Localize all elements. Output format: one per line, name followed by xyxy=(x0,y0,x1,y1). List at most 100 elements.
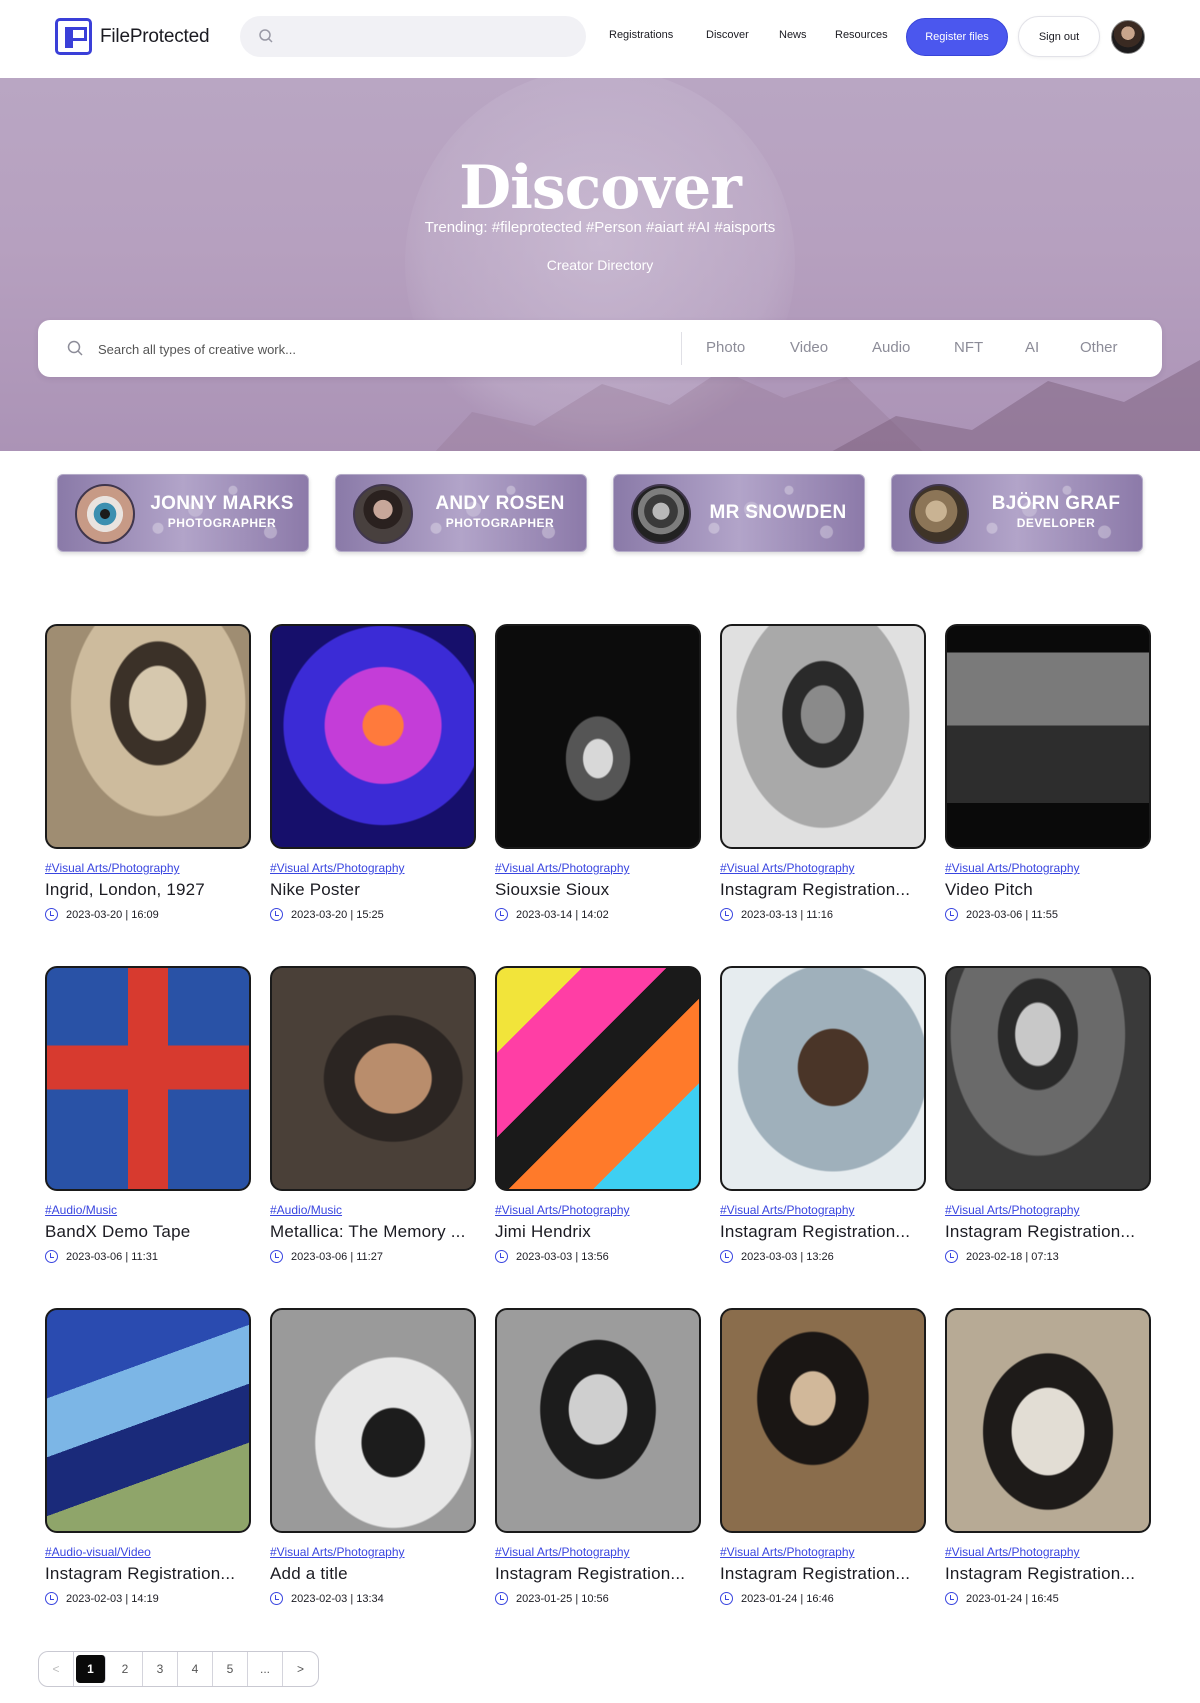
filter-video[interactable]: Video xyxy=(790,339,828,356)
date-text: 2023-01-24 | 16:46 xyxy=(741,1592,834,1605)
artwork-card[interactable]: #Visual Arts/Photography Nike Poster 202… xyxy=(270,624,476,921)
artwork-title[interactable]: Instagram Registration... xyxy=(720,1222,926,1242)
trending-tags[interactable]: Trending: #fileprotected #Person #aiart … xyxy=(0,219,1200,236)
category-link[interactable]: #Visual Arts/Photography xyxy=(720,861,926,875)
artwork-thumbnail[interactable] xyxy=(945,966,1151,1191)
filter-ai[interactable]: AI xyxy=(1025,339,1039,356)
artwork-thumbnail[interactable] xyxy=(270,966,476,1191)
artwork-thumbnail[interactable] xyxy=(945,624,1151,849)
category-link[interactable]: #Visual Arts/Photography xyxy=(495,1545,701,1559)
page-button-1[interactable]: 1 xyxy=(76,1655,106,1683)
register-files-button[interactable]: Register files xyxy=(906,18,1008,56)
user-avatar[interactable] xyxy=(1111,20,1145,54)
artwork-title[interactable]: Nike Poster xyxy=(270,880,476,900)
page-button-3[interactable]: 3 xyxy=(143,1652,178,1686)
artwork-card[interactable]: #Visual Arts/Photography Add a title 202… xyxy=(270,1308,476,1605)
category-link[interactable]: #Visual Arts/Photography xyxy=(495,1203,701,1217)
artwork-card[interactable]: #Visual Arts/Photography Instagram Regis… xyxy=(495,1308,701,1605)
category-link[interactable]: #Visual Arts/Photography xyxy=(720,1545,926,1559)
artwork-card[interactable]: #Visual Arts/Photography Ingrid, London,… xyxy=(45,624,251,921)
artwork-title[interactable]: Add a title xyxy=(270,1564,476,1584)
artwork-title[interactable]: Jimi Hendrix xyxy=(495,1222,701,1242)
artwork-card[interactable]: #Visual Arts/Photography Video Pitch 202… xyxy=(945,624,1151,921)
creator-directory-link[interactable]: Creator Directory xyxy=(0,257,1200,273)
page-ellipsis[interactable]: ... xyxy=(248,1652,283,1686)
artwork-card[interactable]: #Visual Arts/Photography Instagram Regis… xyxy=(720,624,926,921)
artwork-card[interactable]: #Visual Arts/Photography Instagram Regis… xyxy=(720,1308,926,1605)
artwork-title[interactable]: Instagram Registration... xyxy=(720,1564,926,1584)
artwork-thumbnail[interactable] xyxy=(45,624,251,849)
page-button-5[interactable]: 5 xyxy=(213,1652,248,1686)
artwork-thumbnail[interactable] xyxy=(945,1308,1151,1533)
artwork-title[interactable]: BandX Demo Tape xyxy=(45,1222,251,1242)
artwork-title[interactable]: Video Pitch xyxy=(945,880,1151,900)
filter-audio[interactable]: Audio xyxy=(872,339,910,356)
artwork-title[interactable]: Instagram Registration... xyxy=(720,880,926,900)
artwork-title[interactable]: Instagram Registration... xyxy=(945,1564,1151,1584)
artwork-card[interactable]: #Visual Arts/Photography Jimi Hendrix 20… xyxy=(495,966,701,1263)
prev-page-button[interactable]: < xyxy=(39,1652,74,1686)
artwork-thumbnail[interactable] xyxy=(495,624,701,849)
artwork-thumbnail[interactable] xyxy=(45,966,251,1191)
artwork-thumbnail[interactable] xyxy=(495,966,701,1191)
page-button-2[interactable]: 2 xyxy=(108,1652,143,1686)
artwork-title[interactable]: Siouxsie Sioux xyxy=(495,880,701,900)
artwork-card[interactable]: #Visual Arts/Photography Instagram Regis… xyxy=(945,1308,1151,1605)
artwork-date: 2023-01-24 | 16:46 xyxy=(720,1592,926,1605)
category-link[interactable]: #Visual Arts/Photography xyxy=(495,861,701,875)
nav-registrations[interactable]: Registrations xyxy=(609,29,673,41)
artwork-thumbnail[interactable] xyxy=(270,624,476,849)
artwork-title[interactable]: Instagram Registration... xyxy=(495,1564,701,1584)
clock-icon xyxy=(270,908,283,921)
artwork-title[interactable]: Ingrid, London, 1927 xyxy=(45,880,251,900)
artwork-date: 2023-03-20 | 16:09 xyxy=(45,908,251,921)
category-link[interactable]: #Visual Arts/Photography xyxy=(270,1545,476,1559)
artwork-card[interactable]: #Audio/Music BandX Demo Tape 2023-03-06 … xyxy=(45,966,251,1263)
artwork-title[interactable]: Instagram Registration... xyxy=(945,1222,1151,1242)
category-link[interactable]: #Visual Arts/Photography xyxy=(270,861,476,875)
creator-card-bjorn-graf[interactable]: BJÖRN GRAF DEVELOPER xyxy=(891,474,1143,552)
logo[interactable]: FileProtected xyxy=(55,18,210,55)
category-link[interactable]: #Visual Arts/Photography xyxy=(945,1203,1151,1217)
artwork-thumbnail[interactable] xyxy=(270,1308,476,1533)
filter-nft[interactable]: NFT xyxy=(954,339,983,356)
nav-news[interactable]: News xyxy=(779,29,807,41)
creative-work-search-input[interactable] xyxy=(98,335,698,363)
header-search-input[interactable] xyxy=(240,16,586,57)
artwork-title[interactable]: Metallica: The Memory ... xyxy=(270,1222,476,1242)
filter-other[interactable]: Other xyxy=(1080,339,1118,356)
creator-name: BJÖRN GRAF xyxy=(991,493,1121,514)
category-link[interactable]: #Audio/Music xyxy=(45,1203,251,1217)
page-button-4[interactable]: 4 xyxy=(178,1652,213,1686)
category-link[interactable]: #Visual Arts/Photography xyxy=(945,1545,1151,1559)
category-link[interactable]: #Audio/Music xyxy=(270,1203,476,1217)
creator-card-mr-snowden[interactable]: MR SNOWDEN xyxy=(613,474,865,552)
creator-card-jonny-marks[interactable]: JONNY MARKS PHOTOGRAPHER xyxy=(57,474,309,552)
category-link[interactable]: #Visual Arts/Photography xyxy=(45,861,251,875)
sign-out-button[interactable]: Sign out xyxy=(1018,16,1100,57)
artwork-card[interactable]: #Visual Arts/Photography Instagram Regis… xyxy=(720,966,926,1263)
category-link[interactable]: #Visual Arts/Photography xyxy=(720,1203,926,1217)
nav-resources[interactable]: Resources xyxy=(835,29,888,41)
artwork-card[interactable]: #Visual Arts/Photography Siouxsie Sioux … xyxy=(495,624,701,921)
next-page-button[interactable]: > xyxy=(283,1652,318,1686)
artwork-card[interactable]: #Visual Arts/Photography Instagram Regis… xyxy=(945,966,1151,1263)
artwork-thumbnail[interactable] xyxy=(720,966,926,1191)
date-text: 2023-03-20 | 16:09 xyxy=(66,908,159,921)
artwork-card[interactable]: #Audio-visual/Video Instagram Registrati… xyxy=(45,1308,251,1605)
artwork-thumbnail[interactable] xyxy=(495,1308,701,1533)
artwork-card[interactable]: #Audio/Music Metallica: The Memory ... 2… xyxy=(270,966,476,1263)
filter-photo[interactable]: Photo xyxy=(706,339,745,356)
category-link[interactable]: #Visual Arts/Photography xyxy=(945,861,1151,875)
nav-discover[interactable]: Discover xyxy=(706,29,749,41)
artwork-title[interactable]: Instagram Registration... xyxy=(45,1564,251,1584)
search-icon xyxy=(66,339,84,362)
clock-icon xyxy=(45,1250,58,1263)
artwork-thumbnail[interactable] xyxy=(45,1308,251,1533)
creator-card-andy-rosen[interactable]: ANDY ROSEN PHOTOGRAPHER xyxy=(335,474,587,552)
artwork-thumbnail[interactable] xyxy=(720,624,926,849)
date-text: 2023-02-03 | 13:34 xyxy=(291,1592,384,1605)
artwork-thumbnail[interactable] xyxy=(720,1308,926,1533)
category-link[interactable]: #Audio-visual/Video xyxy=(45,1545,251,1559)
creator-name: MR SNOWDEN xyxy=(709,502,847,523)
